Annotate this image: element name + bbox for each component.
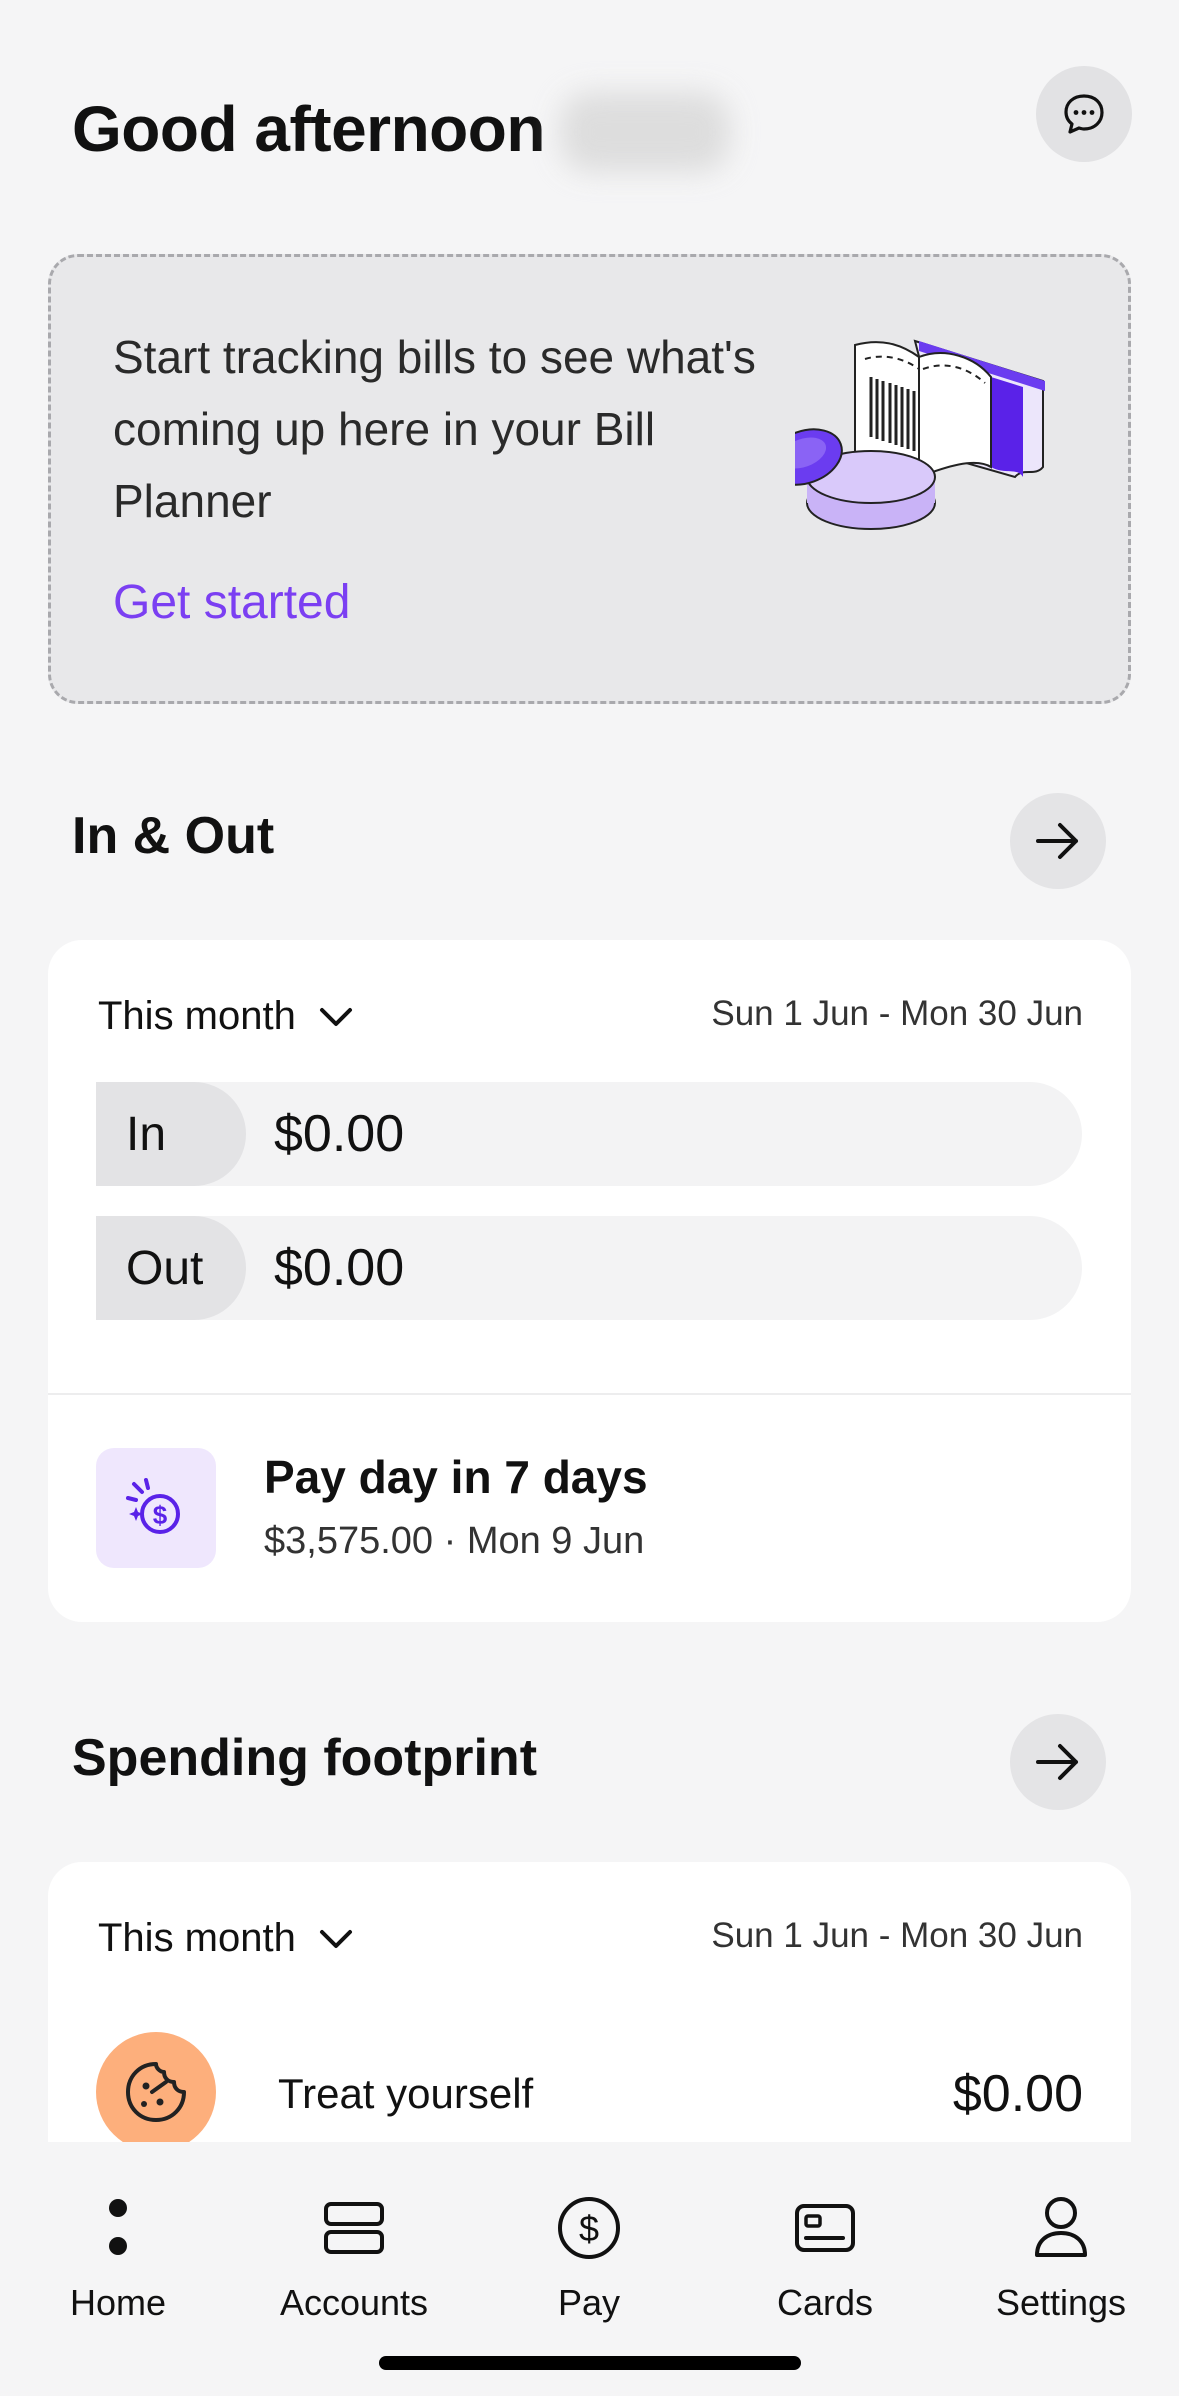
period-selector[interactable]: This month — [98, 1916, 354, 1961]
payday-subtitle: $3,575.00 · Mon 9 Jun — [264, 1520, 645, 1562]
spending-footprint-card: This month Sun 1 Jun - Mon 30 Jun Treat … — [48, 1862, 1131, 2142]
svg-text:$: $ — [579, 2208, 599, 2249]
date-range: Sun 1 Jun - Mon 30 Jun — [711, 1916, 1083, 1955]
bill-planner-text: Start tracking bills to see what's comin… — [113, 331, 756, 527]
nav-item-cards[interactable]: Cards — [707, 2188, 943, 2324]
spending-footprint-title: Spending footprint — [72, 1729, 538, 1787]
arrow-right-icon — [1036, 823, 1078, 859]
nav-item-settings[interactable]: Settings — [943, 2188, 1179, 2324]
category-icon — [96, 2032, 216, 2142]
chat-button[interactable] — [1036, 66, 1132, 162]
header: Good afternoon — [0, 0, 1179, 240]
greeting: Good afternoon — [72, 93, 545, 165]
period-label: This month — [98, 1916, 296, 1960]
nav-label: Home — [69, 2282, 167, 2323]
in-amount: $0.00 — [274, 1105, 405, 1163]
nav-item-accounts[interactable]: Accounts — [236, 2188, 472, 2324]
period-label: This month — [98, 994, 296, 1038]
user-name-redacted — [560, 92, 730, 172]
payday-title: Pay day in 7 days — [264, 1451, 648, 1503]
chevron-down-icon — [319, 1007, 352, 1026]
nav-label: Accounts — [279, 2282, 429, 2323]
in-out-arrow-button[interactable] — [1010, 793, 1106, 889]
in-out-title: In & Out — [72, 807, 275, 865]
date-range: Sun 1 Jun - Mon 30 Jun — [711, 994, 1083, 1033]
divider — [48, 1393, 1131, 1395]
in-label: In — [96, 1082, 246, 1186]
chat-bubble-icon — [1064, 94, 1104, 134]
nav-label: Cards — [776, 2282, 874, 2323]
nav-item-pay[interactable]: $ Pay — [471, 2188, 707, 2324]
category-label: Treat yourself — [278, 2070, 534, 2117]
out-label: Out — [96, 1216, 246, 1320]
chevron-down-icon — [319, 1929, 352, 1948]
svg-text:$: $ — [153, 1500, 168, 1530]
card-icon — [795, 2204, 855, 2252]
bill-receipt-illustration — [795, 339, 1045, 530]
out-row[interactable]: Out $0.00 — [96, 1216, 1082, 1320]
nav-label: Pay — [557, 2282, 621, 2323]
dollar-circle-icon: $ — [558, 2197, 620, 2259]
payday-coin-icon: $ — [126, 1478, 180, 1534]
nav-item-home[interactable]: Home — [0, 2188, 236, 2324]
accounts-icon — [324, 2202, 384, 2254]
home-dots-icon — [109, 2199, 127, 2255]
in-row[interactable]: In $0.00 — [96, 1082, 1082, 1186]
out-amount: $0.00 — [274, 1239, 405, 1297]
home-indicator — [379, 2356, 801, 2370]
cookie-icon — [126, 2062, 186, 2122]
bill-planner-card: Start tracking bills to see what's comin… — [48, 254, 1131, 704]
in-out-card: This month Sun 1 Jun - Mon 30 Jun In $0.… — [48, 940, 1131, 1622]
nav-label: Settings — [995, 2282, 1127, 2323]
category-amount: $0.00 — [952, 2065, 1083, 2123]
arrow-right-icon — [1036, 1744, 1078, 1780]
spending-footprint-arrow-button[interactable] — [1010, 1714, 1106, 1810]
payday-icon-box: $ — [96, 1448, 216, 1568]
period-selector[interactable]: This month — [98, 994, 354, 1039]
get-started-link[interactable]: Get started — [113, 575, 350, 630]
person-icon — [1035, 2197, 1087, 2257]
